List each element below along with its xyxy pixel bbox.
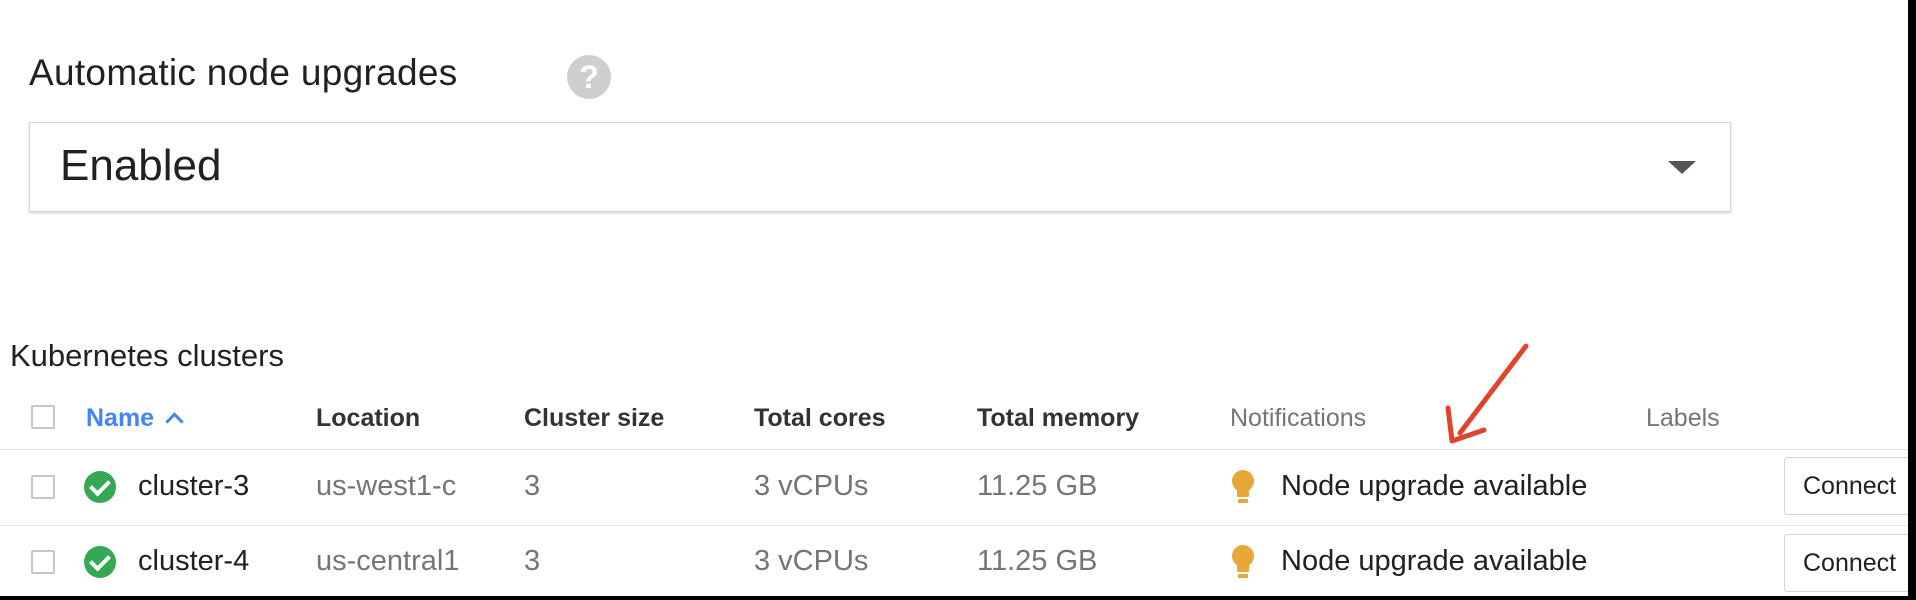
- auto-upgrade-select[interactable]: Enabled: [29, 122, 1731, 212]
- row-checkbox[interactable]: [31, 475, 55, 499]
- sort-ascending-icon: [165, 412, 184, 431]
- cluster-size: 3: [524, 470, 541, 502]
- cluster-location: us-central1: [316, 545, 460, 577]
- select-all-checkbox[interactable]: [31, 405, 55, 429]
- node-upgrade-notification[interactable]: Node upgrade available: [1281, 470, 1587, 503]
- column-header-total-memory[interactable]: Total memory: [977, 404, 1139, 433]
- column-header-location[interactable]: Location: [316, 404, 420, 433]
- check-circle-icon: [84, 546, 116, 578]
- column-header-name[interactable]: Name: [86, 404, 184, 433]
- cluster-name-link[interactable]: cluster-4: [138, 545, 249, 578]
- connect-button[interactable]: Connect: [1784, 534, 1908, 592]
- table-header-divider: [0, 449, 1908, 450]
- column-header-labels: Labels: [1646, 404, 1720, 432]
- cluster-size: 3: [524, 545, 541, 577]
- column-header-cluster-size[interactable]: Cluster size: [524, 404, 664, 433]
- table-row-divider: [0, 525, 1908, 526]
- cluster-settings-panel: Automatic node upgrades ? Enabled Kubern…: [0, 0, 1908, 596]
- connect-button[interactable]: Connect: [1784, 457, 1908, 515]
- cluster-total-cores: 3 vCPUs: [754, 470, 869, 502]
- column-header-notifications: Notifications: [1230, 404, 1367, 432]
- column-header-name-label: Name: [86, 404, 155, 432]
- cluster-total-memory: 11.25 GB: [977, 470, 1098, 502]
- cluster-name-link[interactable]: cluster-3: [138, 470, 249, 503]
- lightbulb-icon: [1232, 545, 1254, 579]
- screenshot-canvas: Automatic node upgrades ? Enabled Kubern…: [0, 0, 1916, 600]
- annotation-arrow-icon: [1445, 343, 1529, 444]
- node-upgrade-notification[interactable]: Node upgrade available: [1281, 545, 1587, 578]
- column-header-total-cores[interactable]: Total cores: [754, 404, 886, 433]
- cluster-total-memory: 11.25 GB: [977, 545, 1098, 577]
- auto-upgrade-label: Automatic node upgrades: [29, 52, 458, 93]
- auto-upgrade-select-value: Enabled: [60, 141, 222, 190]
- help-icon[interactable]: ?: [567, 55, 611, 99]
- cluster-total-cores: 3 vCPUs: [754, 545, 869, 577]
- lightbulb-icon: [1232, 470, 1254, 504]
- cluster-location: us-west1-c: [316, 470, 457, 502]
- dropdown-caret-icon: [1668, 161, 1696, 174]
- check-circle-icon: [84, 471, 116, 503]
- clusters-table-title: Kubernetes clusters: [10, 338, 284, 373]
- row-checkbox[interactable]: [31, 550, 55, 574]
